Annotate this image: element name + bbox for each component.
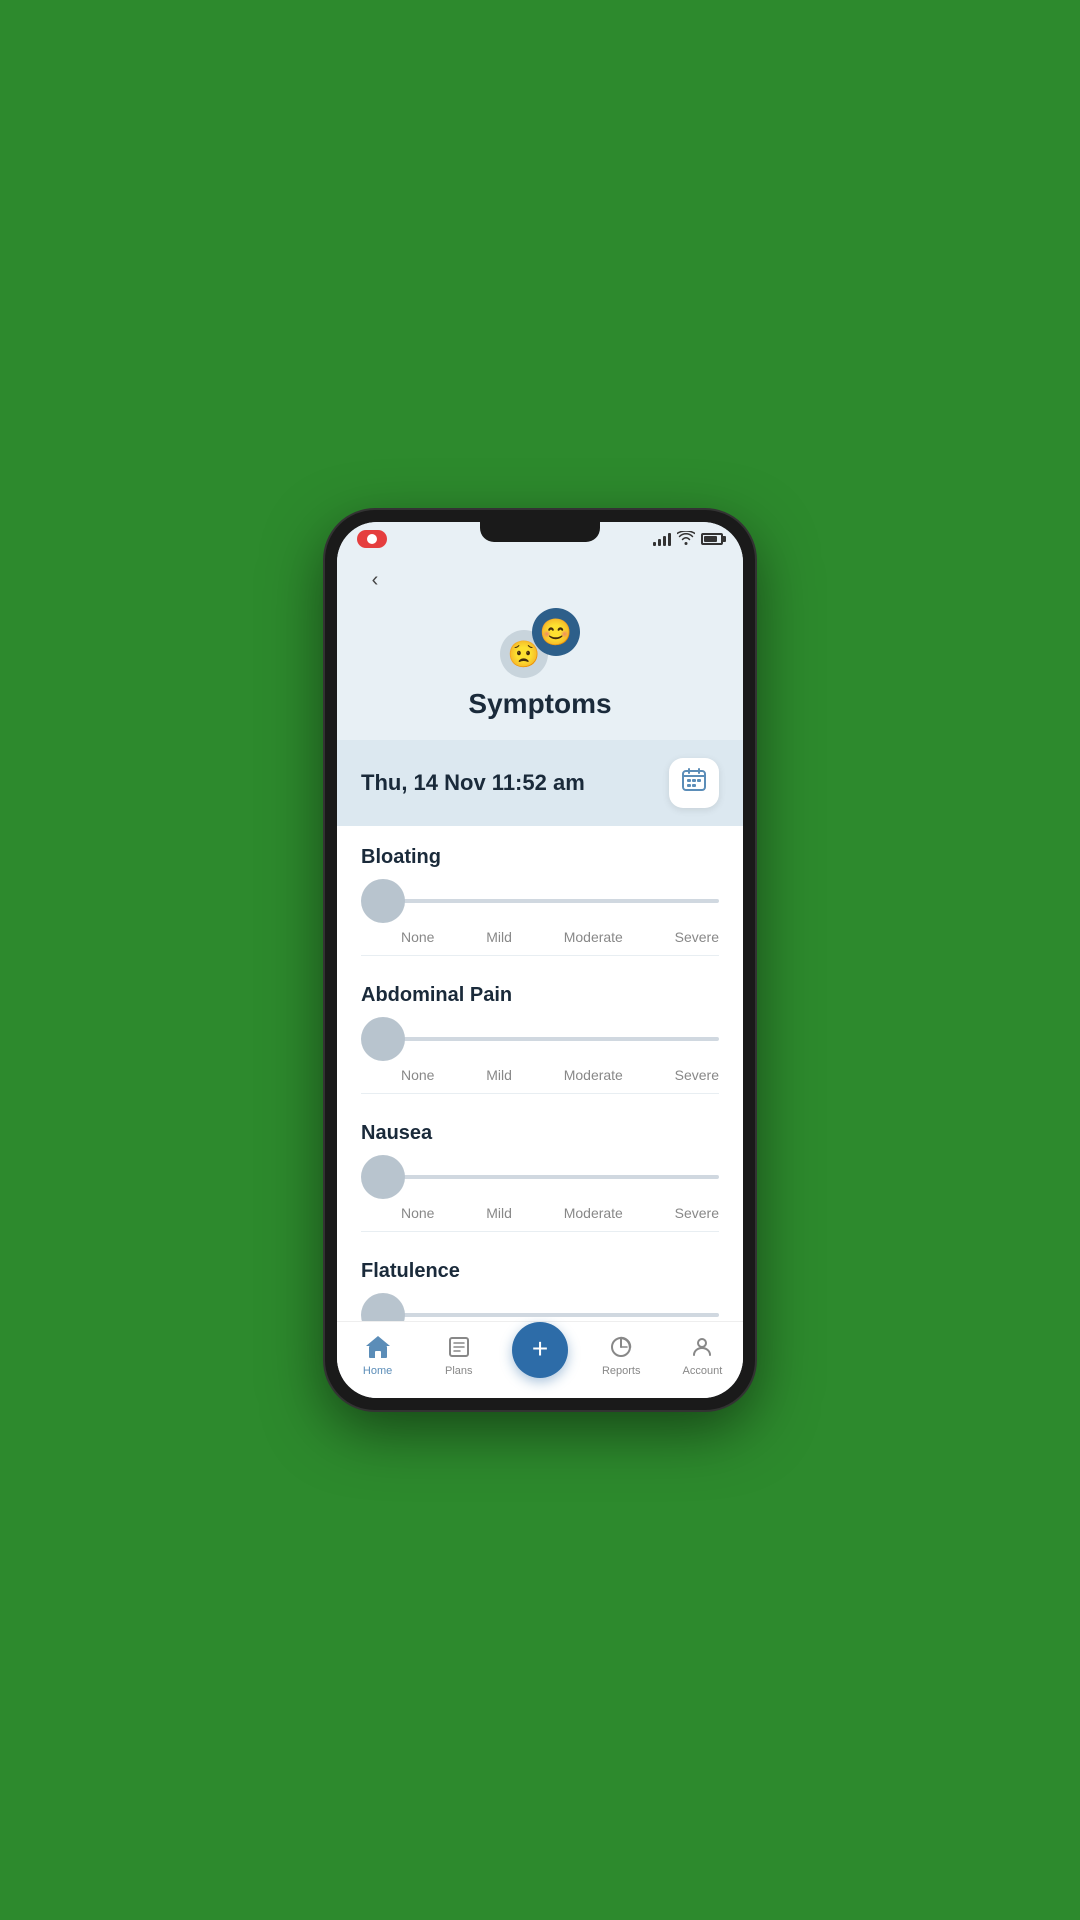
wifi-icon xyxy=(677,531,695,548)
symptom-bloating-thumb[interactable] xyxy=(361,879,405,923)
nav-label-reports: Reports xyxy=(602,1365,641,1377)
symptom-flatulence-thumb[interactable] xyxy=(361,1293,405,1321)
recording-indicator xyxy=(357,530,387,548)
symptom-nausea-label: Nausea xyxy=(361,1122,719,1145)
plans-icon xyxy=(445,1333,473,1361)
symptom-abdominal-pain-thumb[interactable] xyxy=(361,1017,405,1061)
add-button[interactable]: + xyxy=(512,1322,568,1378)
label-moderate-0: Moderate xyxy=(564,929,623,945)
header-section: ‹ 😟 😊 Symptoms xyxy=(337,552,743,740)
symptom-nausea-labels: None Mild Moderate Severe xyxy=(361,1205,719,1221)
nav-item-account[interactable]: Account xyxy=(662,1333,743,1377)
label-moderate-2: Moderate xyxy=(564,1205,623,1221)
label-mild-0: Mild xyxy=(486,929,512,945)
label-severe-0: Severe xyxy=(675,929,719,945)
symptom-nausea-track xyxy=(385,1175,719,1179)
symptom-abdominal-pain-labels: None Mild Moderate Severe xyxy=(361,1067,719,1083)
add-plus-icon: + xyxy=(532,1335,548,1363)
nav-label-plans: Plans xyxy=(445,1365,473,1377)
happy-face-icon: 😊 xyxy=(532,608,580,656)
symptom-nausea-thumb[interactable] xyxy=(361,1155,405,1199)
back-arrow-icon: ‹ xyxy=(372,569,379,592)
label-none-0: None xyxy=(401,929,434,945)
label-none-1: None xyxy=(401,1067,434,1083)
label-moderate-1: Moderate xyxy=(564,1067,623,1083)
symptom-bloating-label: Bloating xyxy=(361,846,719,869)
symptom-bloating-slider-container xyxy=(361,881,719,921)
content-area: Bloating None Mild Moderate Severe Abdom… xyxy=(337,826,743,1321)
label-mild-1: Mild xyxy=(486,1067,512,1083)
symptom-abdominal-pain-slider-container xyxy=(361,1019,719,1059)
reports-icon xyxy=(607,1333,635,1361)
account-icon xyxy=(688,1333,716,1361)
notch xyxy=(480,522,600,542)
label-severe-2: Severe xyxy=(675,1205,719,1221)
symptom-divider-0 xyxy=(361,955,719,956)
home-icon xyxy=(364,1333,392,1361)
symptom-abdominal-pain-label: Abdominal Pain xyxy=(361,984,719,1007)
symptom-abdominal-pain: Abdominal Pain None Mild Moderate Severe xyxy=(361,984,719,1094)
nav-item-plans[interactable]: Plans xyxy=(418,1333,499,1377)
bottom-nav: Home Plans + xyxy=(337,1321,743,1398)
symptom-divider-1 xyxy=(361,1093,719,1094)
label-severe-1: Severe xyxy=(675,1067,719,1083)
symptom-divider-2 xyxy=(361,1231,719,1232)
phone-frame: ‹ 😟 😊 Symptoms Thu, 14 Nov 11:52 am xyxy=(325,510,755,1410)
battery-icon xyxy=(701,533,723,545)
symptom-bloating-track xyxy=(385,899,719,903)
signal-bars xyxy=(653,532,671,546)
page-title: Symptoms xyxy=(468,688,611,720)
date-time-display: Thu, 14 Nov 11:52 am xyxy=(361,770,585,796)
nav-item-reports[interactable]: Reports xyxy=(581,1333,662,1377)
calendar-button[interactable] xyxy=(669,758,719,808)
symptom-abdominal-pain-track xyxy=(385,1037,719,1041)
phone-screen: ‹ 😟 😊 Symptoms Thu, 14 Nov 11:52 am xyxy=(337,522,743,1398)
nav-label-home: Home xyxy=(363,1365,392,1377)
date-bar: Thu, 14 Nov 11:52 am xyxy=(337,740,743,826)
symptom-flatulence-slider-container xyxy=(361,1295,719,1321)
label-none-2: None xyxy=(401,1205,434,1221)
rec-dot xyxy=(367,534,377,544)
symptom-bloating-labels: None Mild Moderate Severe xyxy=(361,929,719,945)
status-right xyxy=(653,531,723,548)
calendar-icon xyxy=(681,767,707,800)
symptom-bloating: Bloating None Mild Moderate Severe xyxy=(361,846,719,956)
label-mild-2: Mild xyxy=(486,1205,512,1221)
nav-item-home[interactable]: Home xyxy=(337,1333,418,1377)
emoji-container: 😟 😊 xyxy=(500,608,580,678)
symptom-flatulence-track xyxy=(385,1313,719,1317)
symptom-flatulence: Flatulence None Mild Moderate Severe xyxy=(361,1260,719,1321)
nav-item-add[interactable]: + xyxy=(499,1332,580,1378)
status-left xyxy=(357,530,387,548)
nav-label-account: Account xyxy=(683,1365,723,1377)
hero-section: 😟 😊 Symptoms xyxy=(357,598,723,740)
symptom-nausea: Nausea None Mild Moderate Severe xyxy=(361,1122,719,1232)
symptom-flatulence-label: Flatulence xyxy=(361,1260,719,1283)
symptom-nausea-slider-container xyxy=(361,1157,719,1197)
back-button[interactable]: ‹ xyxy=(357,562,393,598)
